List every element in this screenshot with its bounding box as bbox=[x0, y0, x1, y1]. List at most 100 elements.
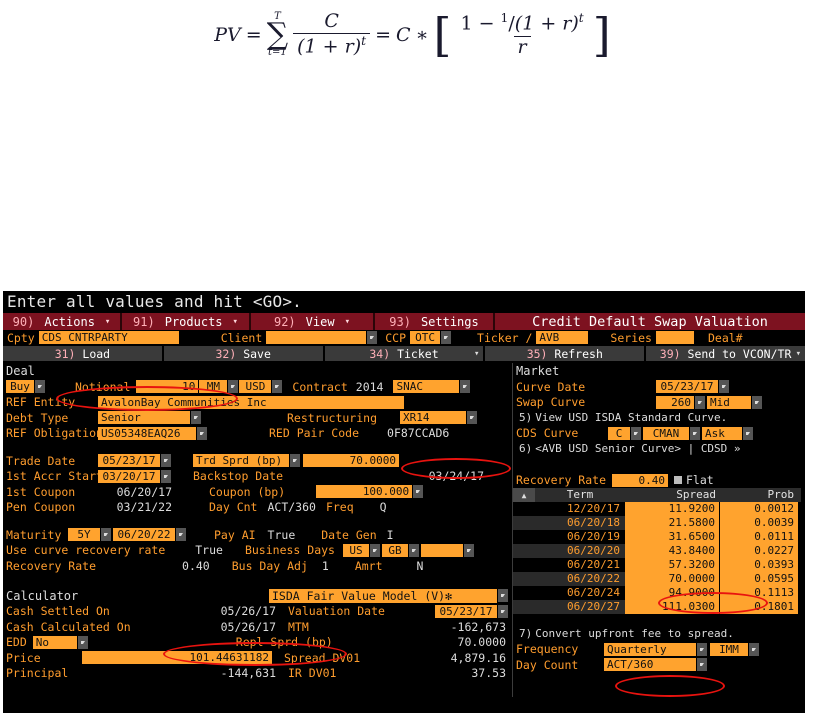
trade-date-input[interactable]: 05/23/17 bbox=[98, 454, 160, 468]
accr-start-input[interactable]: 03/20/17 bbox=[98, 469, 160, 483]
client-dropdown-arrow[interactable] bbox=[367, 331, 378, 344]
flat-checkbox[interactable] bbox=[674, 476, 682, 485]
series-input[interactable] bbox=[655, 331, 694, 344]
business-days-1[interactable]: US bbox=[342, 543, 369, 557]
business-days-2[interactable]: GB bbox=[381, 543, 408, 557]
cds-curve-provider-dropdown-arrow[interactable] bbox=[690, 426, 700, 440]
frequency-select[interactable]: Quarterly bbox=[604, 642, 696, 656]
notional-unit-select[interactable]: MM bbox=[199, 380, 228, 394]
send-to-vcon-button[interactable]: 39) Send to VCON/TR ▾ bbox=[646, 346, 805, 361]
swap-curve-side-select[interactable]: Mid bbox=[707, 395, 751, 409]
cds-curve-source[interactable]: C bbox=[608, 426, 630, 440]
valuation-model-select[interactable]: ISDA Fair Value Model (V)✻ bbox=[269, 588, 497, 603]
cell-spread[interactable]: 31.6500 bbox=[625, 530, 720, 544]
contract-dropdown-arrow[interactable] bbox=[460, 380, 471, 394]
restructuring-select[interactable]: XR14 bbox=[400, 411, 467, 425]
cell-spread[interactable]: 21.5800 bbox=[625, 516, 720, 530]
coupon-input[interactable]: 100.000 bbox=[316, 485, 413, 499]
collapse-icon[interactable]: ▲ bbox=[513, 488, 535, 502]
table-row[interactable]: 06/20/18 21.5800 0.0039 bbox=[513, 516, 801, 530]
table-row[interactable]: 06/20/20 43.8400 0.0227 bbox=[513, 544, 801, 558]
cell-spread[interactable]: 11.9200 bbox=[625, 502, 720, 516]
maturity-tenor-select[interactable]: 5Y bbox=[68, 528, 100, 542]
market-recovery-rate-input[interactable]: 0.40 bbox=[612, 473, 668, 487]
cds-curve-side-dropdown-arrow[interactable] bbox=[743, 426, 753, 440]
table-row[interactable]: 06/20/22 70.0000 0.0595 bbox=[513, 572, 801, 586]
restructuring-dropdown-arrow[interactable] bbox=[467, 411, 478, 425]
table-row[interactable]: 06/20/27 111.0300 0.1801 bbox=[513, 600, 801, 614]
cds-curve-provider[interactable]: CMAN bbox=[643, 426, 689, 440]
swap-curve-dropdown-arrow[interactable] bbox=[695, 395, 705, 409]
edd-select[interactable]: No bbox=[32, 635, 77, 649]
model-dropdown-arrow[interactable] bbox=[498, 589, 508, 602]
chevron-down-icon[interactable]: ▾ bbox=[474, 349, 479, 359]
day-count-dropdown-arrow[interactable] bbox=[697, 658, 707, 672]
cpty-input[interactable]: CDS CNTRPARTY bbox=[38, 331, 179, 344]
table-row[interactable]: 12/20/17 11.9200 0.0012 bbox=[513, 502, 801, 516]
cds-curve-source-dropdown-arrow[interactable] bbox=[631, 426, 641, 440]
ref-obligation-input[interactable]: US05348EAQ26 bbox=[98, 426, 196, 440]
debt-type-select[interactable]: Senior bbox=[98, 411, 190, 425]
notional-input[interactable]: 10 bbox=[136, 380, 199, 394]
table-row[interactable]: 06/20/21 57.3200 0.0393 bbox=[513, 558, 801, 572]
convert-upfront-link[interactable]: 7) Convert upfront fee to spread. bbox=[513, 626, 802, 642]
calendar-icon[interactable] bbox=[719, 380, 729, 394]
swap-curve-input[interactable]: 260 bbox=[656, 395, 694, 409]
contract-type-select[interactable]: SNAC bbox=[393, 380, 460, 394]
load-button[interactable]: 31) Load bbox=[3, 346, 164, 361]
table-row[interactable]: 06/20/24 94.9000 0.1113 bbox=[513, 586, 801, 600]
cell-spread[interactable]: 94.9000 bbox=[625, 586, 720, 600]
business-days-2-dropdown-arrow[interactable] bbox=[408, 543, 419, 557]
cell-spread[interactable]: 43.8400 bbox=[625, 544, 720, 558]
table-row[interactable]: 06/20/19 31.6500 0.0111 bbox=[513, 530, 801, 544]
trd-sprd-value[interactable]: 70.0000 bbox=[303, 454, 399, 468]
curve-date-input[interactable]: 05/23/17 bbox=[656, 380, 718, 394]
save-button[interactable]: 32) Save bbox=[163, 346, 325, 361]
menu-products[interactable]: 91) Products ▾ bbox=[122, 313, 249, 330]
menu-actions[interactable]: 90) Actions ▾ bbox=[3, 313, 120, 330]
side-dropdown-arrow[interactable] bbox=[35, 380, 45, 394]
ccp-input[interactable]: OTC bbox=[410, 331, 441, 344]
side-select[interactable]: Buy bbox=[6, 380, 34, 394]
day-count-select[interactable]: ACT/360 bbox=[604, 658, 696, 672]
notional-unit-dropdown-arrow[interactable] bbox=[228, 380, 239, 394]
calendar-icon[interactable] bbox=[161, 454, 171, 468]
trd-sprd-label-field[interactable]: Trd Sprd (bp) bbox=[193, 454, 289, 468]
business-days-3-dropdown-arrow[interactable] bbox=[463, 543, 474, 557]
calendar-icon[interactable] bbox=[161, 469, 171, 483]
ref-entity-input[interactable]: AvalonBay Communities Inc bbox=[98, 395, 404, 409]
maturity-tenor-dropdown-arrow[interactable] bbox=[101, 528, 111, 542]
menu-settings[interactable]: 93) Settings bbox=[375, 313, 493, 330]
calendar-icon[interactable] bbox=[176, 528, 186, 542]
ticket-button[interactable]: 34) Ticket ▾ bbox=[324, 346, 486, 361]
refresh-button[interactable]: 35) Refresh bbox=[485, 346, 647, 361]
ticker-input[interactable]: AVB bbox=[536, 331, 589, 344]
maturity-date-input[interactable]: 06/20/22 bbox=[113, 528, 175, 542]
imm-select[interactable]: IMM bbox=[710, 642, 748, 656]
currency-dropdown-arrow[interactable] bbox=[272, 380, 283, 394]
frequency-dropdown-arrow[interactable] bbox=[697, 642, 707, 656]
avb-curve-link[interactable]: 6) <AVB USD Senior Curve> | CDSD » bbox=[513, 441, 802, 457]
client-input[interactable] bbox=[266, 331, 367, 344]
business-days-3[interactable] bbox=[420, 543, 463, 557]
debt-type-dropdown-arrow[interactable] bbox=[191, 411, 201, 425]
cell-spread[interactable]: 57.3200 bbox=[625, 558, 720, 572]
notional-currency-select[interactable]: USD bbox=[239, 380, 272, 394]
calendar-icon[interactable] bbox=[498, 604, 508, 618]
cell-spread[interactable]: 111.0300 bbox=[625, 600, 720, 614]
price-input[interactable]: 101.44631182 bbox=[82, 651, 272, 665]
swap-curve-side-dropdown-arrow[interactable] bbox=[752, 395, 762, 409]
trd-sprd-dropdown-arrow[interactable] bbox=[290, 454, 300, 468]
ref-obligation-dropdown-arrow[interactable] bbox=[197, 426, 207, 440]
edd-dropdown-arrow[interactable] bbox=[77, 635, 88, 649]
coupon-dropdown-arrow[interactable] bbox=[413, 485, 424, 499]
ccp-dropdown-arrow[interactable] bbox=[441, 331, 452, 344]
valuation-date-input[interactable]: 05/23/17 bbox=[435, 604, 497, 618]
view-standard-curve-link[interactable]: 5) View USD ISDA Standard Curve. bbox=[513, 410, 802, 426]
chevron-down-icon[interactable]: ▾ bbox=[796, 349, 801, 359]
cds-curve-side[interactable]: Ask bbox=[702, 426, 742, 440]
imm-dropdown-arrow[interactable] bbox=[749, 642, 759, 656]
menu-view[interactable]: 92) View ▾ bbox=[251, 313, 373, 330]
cell-spread[interactable]: 70.0000 bbox=[625, 572, 720, 586]
business-days-1-dropdown-arrow[interactable] bbox=[369, 543, 380, 557]
